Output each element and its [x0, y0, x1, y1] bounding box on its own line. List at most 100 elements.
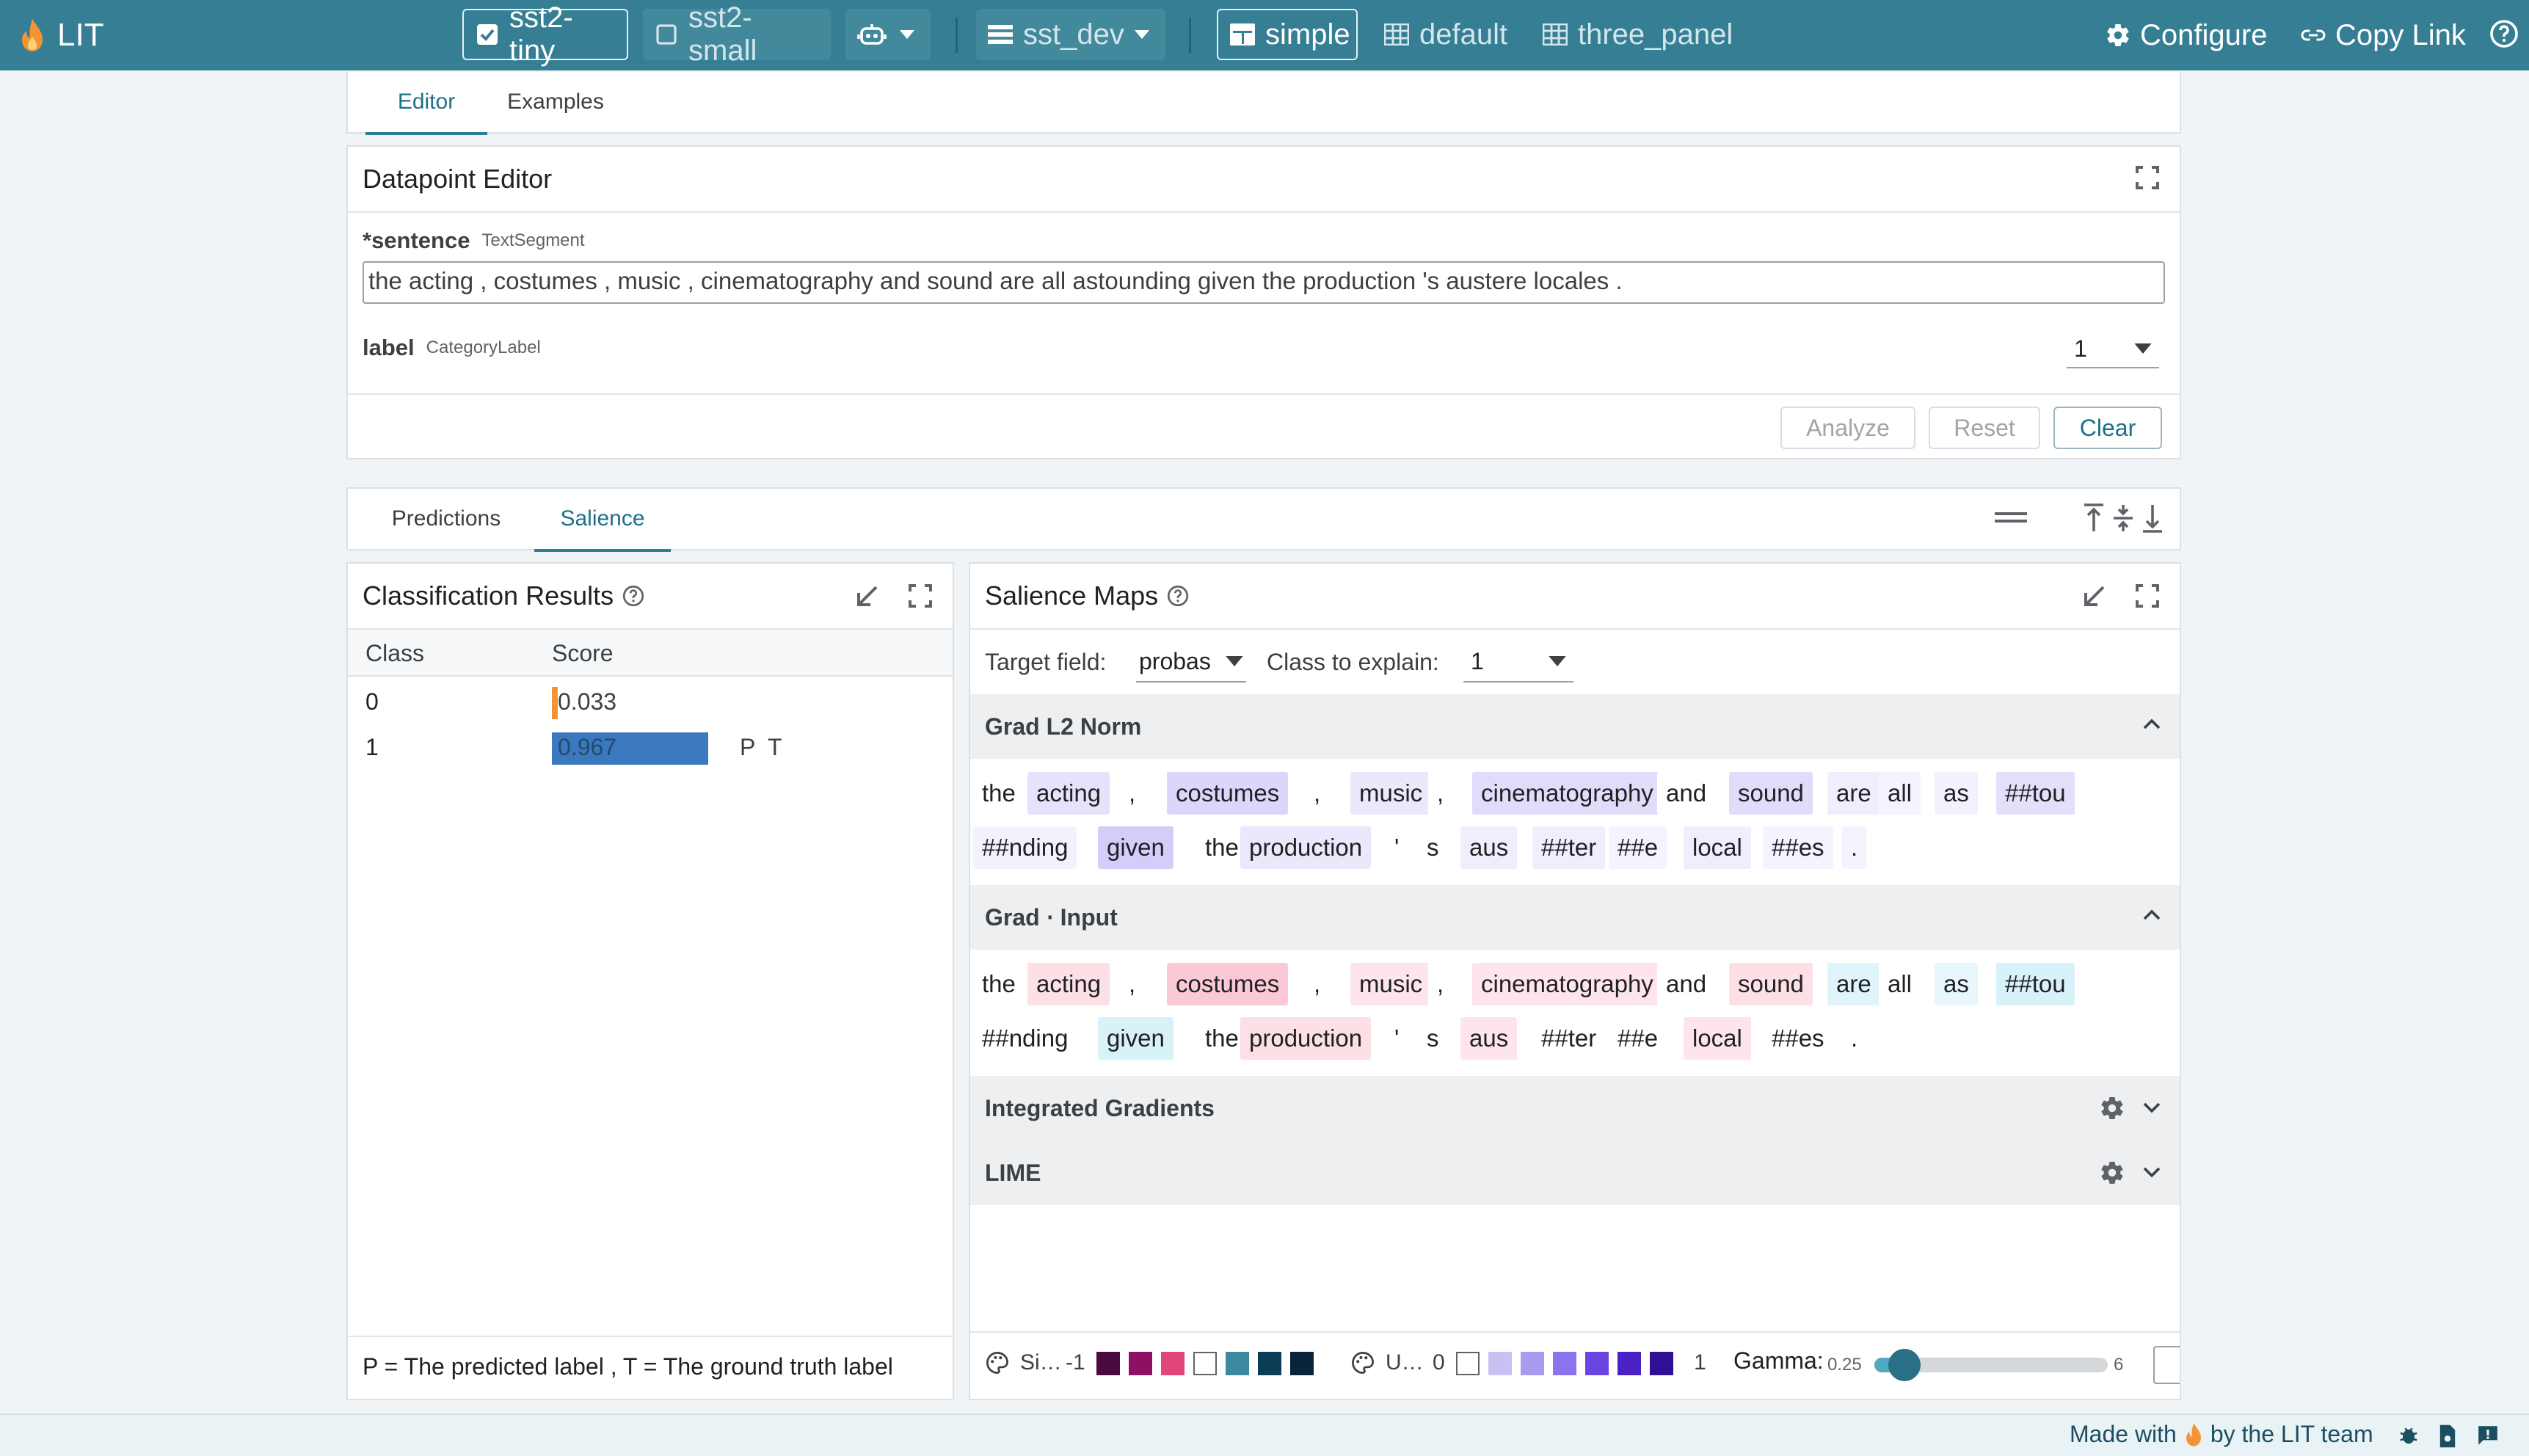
- model-chip-sst2-small[interactable]: sst2-small: [643, 1, 831, 67]
- align-center-icon[interactable]: [2112, 503, 2134, 533]
- grad-l2-token[interactable]: costumes: [1167, 772, 1289, 815]
- grad-input-token[interactable]: ,: [1120, 963, 1145, 1005]
- grad-input-token[interactable]: and: [1657, 963, 1716, 1005]
- grad-l2-token[interactable]: ,: [1305, 772, 1330, 815]
- drag-handle-icon[interactable]: [1995, 509, 2027, 525]
- model-name: sst2-tiny: [509, 1, 573, 67]
- reset-button[interactable]: Reset: [1929, 407, 2040, 449]
- model-chip-sst2-tiny[interactable]: sst2-tiny: [462, 1, 628, 67]
- grad-l2-token[interactable]: s: [1418, 826, 1448, 869]
- chevron-down-icon: [2143, 1102, 2161, 1114]
- grad-l2-token[interactable]: music: [1350, 772, 1432, 815]
- fullscreen-icon[interactable]: [2134, 164, 2161, 191]
- grad-input-token[interactable]: as: [1935, 963, 1978, 1005]
- grad-l2-token[interactable]: are: [1827, 772, 1880, 815]
- section-header-lime[interactable]: LIME: [970, 1140, 2180, 1205]
- dataset-dropdown[interactable]: sst_dev: [976, 9, 1165, 60]
- grad-input-token[interactable]: cinematography: [1472, 963, 1662, 1005]
- minimize-icon[interactable]: [854, 583, 881, 609]
- grad-input-token[interactable]: local: [1684, 1017, 1751, 1060]
- grad-l2-token[interactable]: aus: [1460, 826, 1518, 869]
- gamma-slider-thumb[interactable]: [1888, 1349, 1921, 1381]
- grad-input-token[interactable]: ,: [1428, 963, 1453, 1005]
- grad-input-token[interactable]: ##es: [1763, 1017, 1833, 1060]
- grad-input-token[interactable]: ##e: [1609, 1017, 1667, 1060]
- grad-l2-token[interactable]: acting: [1027, 772, 1110, 815]
- grad-l2-token[interactable]: ##nding: [973, 826, 1077, 869]
- grad-l2-token[interactable]: production: [1240, 826, 1372, 869]
- grad-input-token[interactable]: ##ter: [1532, 1017, 1606, 1060]
- tab-salience[interactable]: Salience: [534, 489, 671, 552]
- feedback-icon[interactable]: [2476, 1424, 2500, 1447]
- grad-l2-token[interactable]: ##e: [1609, 826, 1667, 869]
- grad-l2-token[interactable]: given: [1098, 826, 1173, 869]
- grad-input-token[interactable]: ##tou: [1996, 963, 2075, 1005]
- grad-input-token[interactable]: production: [1240, 1017, 1372, 1060]
- help-circle-icon[interactable]: [1167, 585, 1189, 607]
- analyze-button[interactable]: Analyze: [1780, 407, 1915, 449]
- grad-l2-token[interactable]: local: [1684, 826, 1751, 869]
- column-header-score[interactable]: Score: [552, 640, 614, 667]
- align-bottom-icon[interactable]: [2142, 503, 2164, 533]
- grad-l2-token[interactable]: ': [1386, 826, 1408, 869]
- grad-input-token[interactable]: given: [1098, 1017, 1173, 1060]
- bug-icon[interactable]: [2397, 1424, 2420, 1447]
- grad-input-token[interactable]: s: [1418, 1017, 1448, 1060]
- gamma-slider[interactable]: [1874, 1349, 2108, 1381]
- grad-input-token[interactable]: all: [1879, 963, 1921, 1005]
- grad-input-token[interactable]: ,: [1305, 963, 1330, 1005]
- grad-l2-token[interactable]: sound: [1729, 772, 1813, 815]
- configure-button[interactable]: Configure: [2105, 15, 2267, 56]
- grad-input-token[interactable]: ': [1386, 1017, 1408, 1060]
- tab-editor[interactable]: Editor: [365, 72, 487, 135]
- label-select[interactable]: 1: [2067, 330, 2159, 368]
- gear-icon[interactable]: [2099, 1160, 2125, 1186]
- layout-three-panel[interactable]: three_panel: [1531, 9, 1741, 60]
- section-header-grad-input[interactable]: Grad ⋅ Input: [970, 885, 2180, 950]
- legend-overflow-button[interactable]: [2153, 1346, 2180, 1384]
- grad-input-token[interactable]: .: [1842, 1017, 1867, 1060]
- gear-icon[interactable]: [2099, 1095, 2125, 1121]
- tab-examples[interactable]: Examples: [495, 72, 616, 132]
- grad-l2-token[interactable]: the: [973, 772, 1025, 815]
- grad-input-token[interactable]: ##nding: [973, 1017, 1077, 1060]
- layout-simple[interactable]: simple: [1217, 9, 1358, 60]
- class-to-explain-select[interactable]: 1: [1463, 641, 1573, 682]
- grad-input-token[interactable]: are: [1827, 963, 1880, 1005]
- minimize-icon[interactable]: [2081, 583, 2108, 609]
- grad-l2-token[interactable]: ,: [1120, 772, 1145, 815]
- copy-link-button[interactable]: Copy Link: [2300, 15, 2466, 56]
- grad-l2-token[interactable]: ##tou: [1996, 772, 2075, 815]
- align-top-icon[interactable]: [2083, 503, 2105, 533]
- grad-l2-token[interactable]: ##ter: [1532, 826, 1606, 869]
- grad-input-token[interactable]: sound: [1729, 963, 1813, 1005]
- grad-l2-token[interactable]: cinematography: [1472, 772, 1662, 815]
- grad-input-token[interactable]: acting: [1027, 963, 1110, 1005]
- grad-input-token[interactable]: music: [1350, 963, 1432, 1005]
- grad-l2-token[interactable]: and: [1657, 772, 1716, 815]
- clear-button[interactable]: Clear: [2053, 407, 2162, 449]
- grad-input-token[interactable]: the: [973, 963, 1025, 1005]
- help-circle-icon[interactable]: [622, 585, 644, 607]
- fullscreen-icon[interactable]: [2134, 583, 2161, 609]
- model-settings-dropdown[interactable]: [845, 9, 931, 60]
- column-header-class[interactable]: Class: [365, 640, 424, 667]
- grad-l2-token[interactable]: .: [1842, 826, 1867, 869]
- app-logo[interactable]: LIT: [19, 15, 104, 56]
- section-header-integrated-gradients[interactable]: Integrated Gradients: [970, 1076, 2180, 1140]
- document-icon[interactable]: [2437, 1424, 2459, 1449]
- tab-predictions[interactable]: Predictions: [365, 489, 527, 549]
- grad-input-token[interactable]: aus: [1460, 1017, 1518, 1060]
- fullscreen-icon[interactable]: [907, 583, 934, 609]
- grad-l2-token[interactable]: as: [1935, 772, 1978, 815]
- grad-l2-token[interactable]: ##es: [1763, 826, 1833, 869]
- grad-l2-token[interactable]: all: [1879, 772, 1921, 815]
- help-icon[interactable]: [2489, 19, 2519, 48]
- grad-input-token[interactable]: costumes: [1167, 963, 1289, 1005]
- section-header-grad-l2-norm[interactable]: Grad L2 Norm: [970, 694, 2180, 759]
- sentence-input[interactable]: the acting , costumes , music , cinemato…: [363, 261, 2165, 304]
- target-field-select[interactable]: probas: [1136, 641, 1246, 682]
- label-field-label: label CategoryLabel: [363, 335, 541, 361]
- layout-default[interactable]: default: [1372, 9, 1516, 60]
- grad-l2-token[interactable]: ,: [1428, 772, 1453, 815]
